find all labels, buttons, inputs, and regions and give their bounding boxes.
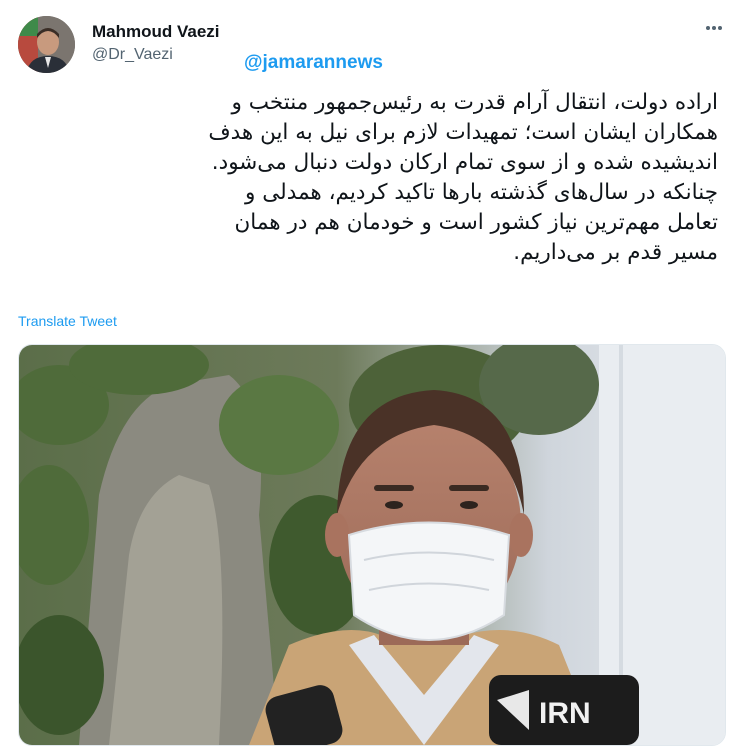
face-mask — [347, 521, 511, 641]
tweet-line: تعامل مهم‌ترین نیاز کشور است و خودمان هم… — [234, 210, 718, 235]
tweet-line: اراده دولت، انتقال آرام قدرت به رئیس‌جمه… — [231, 90, 718, 115]
tweet-line: همکاران ایشان است؛ تمهیدات لازم برای نیل… — [208, 120, 718, 145]
tweet-media-photo[interactable]: IRN — [18, 344, 726, 746]
tweet-text: اراده دولت، انتقال آرام قدرت به رئیس‌جمه… — [28, 88, 718, 268]
profile-photo-icon — [18, 16, 75, 73]
ellipsis-icon — [706, 26, 722, 30]
tweet-line: چنانکه در سال‌های گذشته بارها تاکید کردی… — [245, 180, 718, 205]
tweet-line: اندیشیده شده و از سوی تمام ارکان دولت دن… — [211, 150, 718, 175]
author-avatar[interactable] — [18, 16, 75, 73]
interview-photo: IRN — [19, 345, 725, 745]
irna-logo-text: IRN — [539, 697, 591, 730]
tweet-header: Mahmoud Vaezi @Dr_Vaezi @jamarannews — [0, 0, 738, 80]
watermark-text: @jamarannews — [244, 52, 383, 73]
author-display-name[interactable]: Mahmoud Vaezi — [92, 22, 220, 42]
tweet-line: مسیر قدم بر می‌داریم. — [513, 240, 718, 265]
author-handle[interactable]: @Dr_Vaezi — [92, 46, 173, 64]
translate-tweet-link[interactable]: Translate Tweet — [18, 313, 117, 329]
more-options-button[interactable] — [700, 16, 728, 40]
